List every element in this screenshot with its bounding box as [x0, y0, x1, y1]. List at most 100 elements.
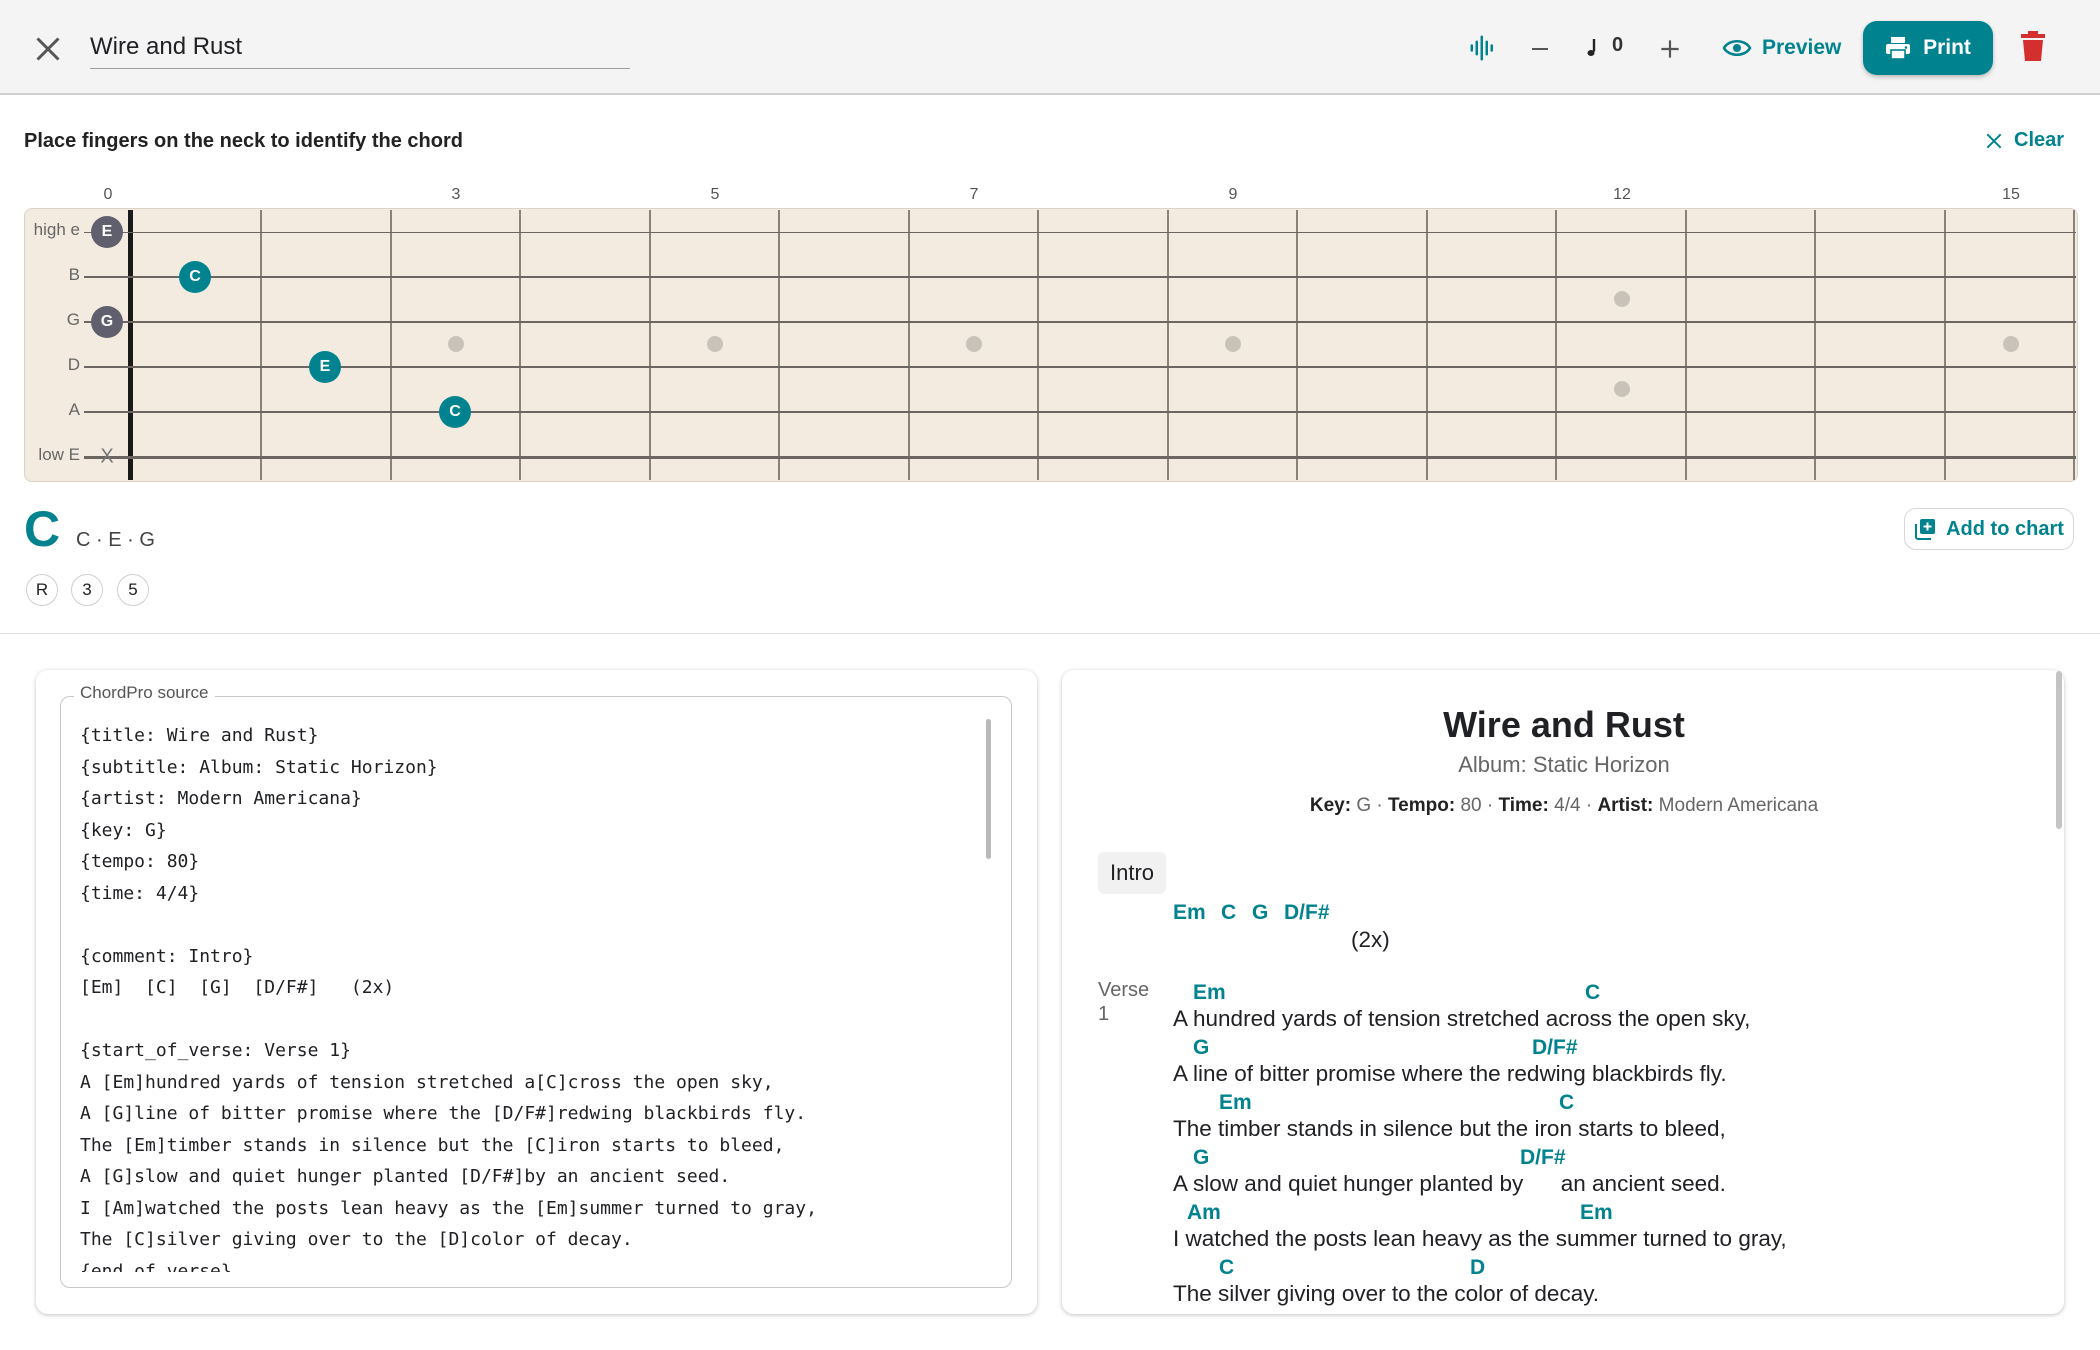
meta-separator: · — [1486, 795, 1494, 816]
identified-chord-name: C — [24, 501, 61, 557]
verse-label: Verse 1 — [1098, 978, 1168, 1026]
fret-wire — [1037, 210, 1039, 480]
fret-wire — [519, 210, 521, 480]
fret-wire — [1944, 210, 1946, 480]
guitar-string[interactable] — [84, 366, 2076, 368]
fret-inlay — [1614, 381, 1630, 397]
guitar-string[interactable] — [84, 231, 2076, 233]
fret-wire — [1426, 210, 1428, 480]
lyric-chord: G — [1193, 1036, 1210, 1059]
string-label-d: D — [67, 355, 80, 374]
fret-wire — [1814, 210, 1816, 480]
guitar-string[interactable] — [84, 276, 2076, 278]
trash-icon[interactable] — [2020, 30, 2046, 62]
fret-number: 3 — [451, 186, 461, 203]
meta-separator: · — [1376, 795, 1383, 816]
lyric-chord: Em — [1193, 981, 1226, 1004]
finger-marker[interactable]: C — [439, 396, 471, 428]
fret-number: 5 — [710, 186, 720, 203]
lyric-line: A slow and quiet hunger planted by an an… — [1173, 1171, 1726, 1196]
waveform-icon[interactable] — [1468, 33, 1498, 63]
fret-inlay — [1614, 291, 1630, 307]
intro-section-label: Intro — [1098, 852, 1166, 894]
top-toolbar: 0 Preview Print — [0, 0, 2100, 95]
open-string-marker[interactable]: E — [91, 216, 123, 248]
intro-repeat: (2x) — [1351, 927, 1390, 952]
lyric-chord: C — [1585, 981, 1601, 1004]
string-label-g: G — [66, 310, 80, 329]
fret-wire — [1555, 210, 1557, 480]
finder-instruction: Place fingers on the neck to identify th… — [24, 130, 463, 152]
fret-wire — [1685, 210, 1687, 480]
close-icon[interactable] — [30, 31, 66, 67]
meta-key: G — [1356, 795, 1372, 816]
intro-chord: G — [1252, 901, 1269, 924]
add-to-chart-label: Add to chart — [1946, 517, 2064, 540]
section-divider — [0, 633, 2100, 634]
lyric-chord: D/F# — [1520, 1146, 1566, 1169]
lyric-line: I watched the posts lean heavy as the su… — [1173, 1226, 1787, 1251]
fret-wire — [908, 210, 910, 480]
fret-wire — [1296, 210, 1298, 480]
lyric-chord: Em — [1580, 1201, 1613, 1224]
fret-inlay — [448, 336, 464, 352]
finger-marker[interactable]: C — [179, 261, 211, 293]
string-label-low-e: low E — [38, 445, 80, 464]
intro-chord: Em — [1173, 901, 1206, 924]
lyric-line: The silver giving over to the color of d… — [1173, 1281, 1600, 1306]
lyric-line: The timber stands in silence but the iro… — [1173, 1116, 1726, 1141]
muted-string-marker[interactable]: X — [100, 446, 113, 469]
guitar-string[interactable] — [84, 410, 2076, 414]
chordpro-source-textarea[interactable]: {title: Wire and Rust} {subtitle: Album:… — [80, 720, 980, 1272]
preview-subtitle: Album: Static Horizon — [1458, 752, 1670, 777]
add-to-chart-button[interactable]: Add to chart — [1904, 508, 2074, 550]
preview-title: Wire and Rust — [1443, 704, 1685, 745]
preview-button[interactable]: Preview — [1722, 28, 1841, 68]
fret-inlay — [1225, 336, 1241, 352]
string-label-a: A — [68, 400, 80, 419]
lyric-chord: C — [1559, 1091, 1575, 1114]
meta-artist: Modern Americana — [1658, 795, 1819, 816]
fret-wire — [2073, 210, 2075, 480]
lyric-chord: D — [1470, 1256, 1486, 1279]
meta-time: 4/4 — [1554, 795, 1581, 816]
guitar-string[interactable] — [84, 321, 2076, 323]
fret-wire — [260, 210, 262, 480]
fret-inlay — [2003, 336, 2019, 352]
plus-icon[interactable] — [1657, 36, 1683, 62]
fret-inlay — [707, 336, 723, 352]
close-icon — [1986, 133, 2002, 148]
transpose-value: 0 — [1612, 34, 1624, 56]
editor-scrollbar[interactable] — [986, 719, 991, 859]
minus-icon[interactable] — [1528, 37, 1552, 61]
add-box-icon — [1915, 519, 1936, 540]
guitar-neck[interactable] — [24, 208, 2078, 482]
chordpro-source-legend: ChordPro source — [74, 683, 215, 703]
meta-separator: · — [1585, 795, 1593, 816]
lyric-chord: Am — [1187, 1201, 1221, 1224]
meta-artist-label: Artist: — [1597, 795, 1654, 816]
open-string-marker[interactable]: G — [91, 306, 123, 338]
clear-label: Clear — [2014, 129, 2065, 151]
lyric-chord: Em — [1219, 1091, 1252, 1114]
string-label-high-e: high e — [33, 220, 80, 239]
intro-chord: D/F# — [1284, 901, 1330, 924]
degree-chip: 5 — [117, 574, 149, 606]
printer-icon — [1886, 37, 1911, 60]
degree-chip: R — [26, 574, 58, 606]
song-title-input[interactable] — [90, 26, 630, 69]
lyric-chord: G — [1193, 1146, 1210, 1169]
eye-icon — [1722, 39, 1752, 57]
music-note-icon — [1587, 39, 1596, 56]
fret-number: 9 — [1228, 186, 1238, 203]
clear-button[interactable]: Clear — [1984, 129, 2064, 152]
fret-wire — [778, 210, 780, 480]
preview-label: Preview — [1762, 36, 1842, 59]
print-button[interactable]: Print — [1863, 21, 1993, 75]
lyric-chord: C — [1219, 1256, 1235, 1279]
fret-number: 0 — [103, 186, 113, 203]
guitar-string[interactable] — [84, 455, 2076, 459]
nut — [128, 210, 133, 480]
finger-marker[interactable]: E — [309, 351, 341, 383]
fret-wire — [390, 210, 392, 480]
